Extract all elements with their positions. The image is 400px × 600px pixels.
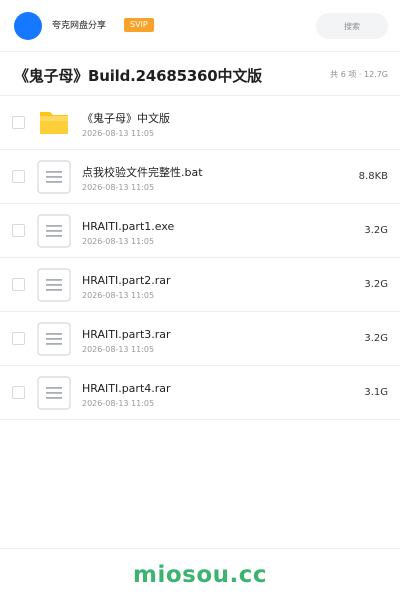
select-checkbox[interactable] — [12, 116, 25, 129]
file-name[interactable]: HRAITI.part3.rar — [82, 328, 171, 342]
document-icon — [37, 160, 71, 194]
avatar[interactable] — [14, 12, 42, 40]
file-name[interactable]: HRAITI.part1.exe — [82, 220, 174, 234]
file-date: 2026-08-13 11:05 — [82, 129, 155, 138]
footer: miosou.cc — [0, 548, 400, 600]
file-date: 2026-08-13 11:05 — [82, 291, 155, 300]
select-checkbox[interactable] — [12, 332, 25, 345]
file-name[interactable]: HRAITI.part4.rar — [82, 382, 171, 396]
watermark: miosou.cc — [132, 561, 268, 588]
file-size: 3.2G — [364, 225, 388, 236]
search-label: 搜索 — [344, 21, 360, 31]
file-size: 3.1G — [364, 387, 388, 398]
file-size: 8.8KB — [358, 171, 388, 182]
account-name[interactable]: 夸克网盘分享 — [52, 19, 106, 33]
file-size: 3.2G — [364, 333, 388, 344]
file-name[interactable]: 点我校验文件完整性.bat — [82, 166, 203, 180]
file-row[interactable]: HRAITI.part4.rar 2026-08-13 11:05 3.1G — [0, 366, 400, 420]
document-icon — [37, 322, 71, 356]
page-title: 《鬼子母》Build.24685360中文版 — [14, 67, 262, 85]
folder-icon — [37, 106, 71, 140]
document-icon — [37, 376, 71, 410]
file-date: 2026-08-13 11:05 — [82, 183, 155, 192]
file-date: 2026-08-13 11:05 — [82, 237, 155, 246]
file-row[interactable]: HRAITI.part3.rar 2026-08-13 11:05 3.2G — [0, 312, 400, 366]
document-icon — [37, 268, 71, 302]
select-checkbox[interactable] — [12, 386, 25, 399]
search-button[interactable]: 搜索 — [316, 13, 388, 39]
top-bar: 夸克网盘分享 SVIP 搜索 — [0, 0, 400, 52]
file-list: 《鬼子母》中文版 2026-08-13 11:05 点我校验文件完整性.bat 202… — [0, 96, 400, 420]
select-checkbox[interactable] — [12, 224, 25, 237]
file-row[interactable]: 点我校验文件完整性.bat 2026-08-13 11:05 8.8KB — [0, 150, 400, 204]
file-name[interactable]: 《鬼子母》中文版 — [82, 112, 170, 126]
file-name[interactable]: HRAITI.part2.rar — [82, 274, 171, 288]
share-title-row: 《鬼子母》Build.24685360中文版 共 6 项 · 12.7G — [0, 52, 400, 96]
file-date: 2026-08-13 11:05 — [82, 399, 155, 408]
file-row[interactable]: 《鬼子母》中文版 2026-08-13 11:05 — [0, 96, 400, 150]
share-summary: 共 6 项 · 12.7G — [330, 70, 388, 79]
svip-badge: SVIP — [124, 18, 154, 32]
file-row[interactable]: HRAITI.part2.rar 2026-08-13 11:05 3.2G — [0, 258, 400, 312]
select-checkbox[interactable] — [12, 278, 25, 291]
select-checkbox[interactable] — [12, 170, 25, 183]
file-size: 3.2G — [364, 279, 388, 290]
document-icon — [37, 214, 71, 248]
file-row[interactable]: HRAITI.part1.exe 2026-08-13 11:05 3.2G — [0, 204, 400, 258]
file-date: 2026-08-13 11:05 — [82, 345, 155, 354]
